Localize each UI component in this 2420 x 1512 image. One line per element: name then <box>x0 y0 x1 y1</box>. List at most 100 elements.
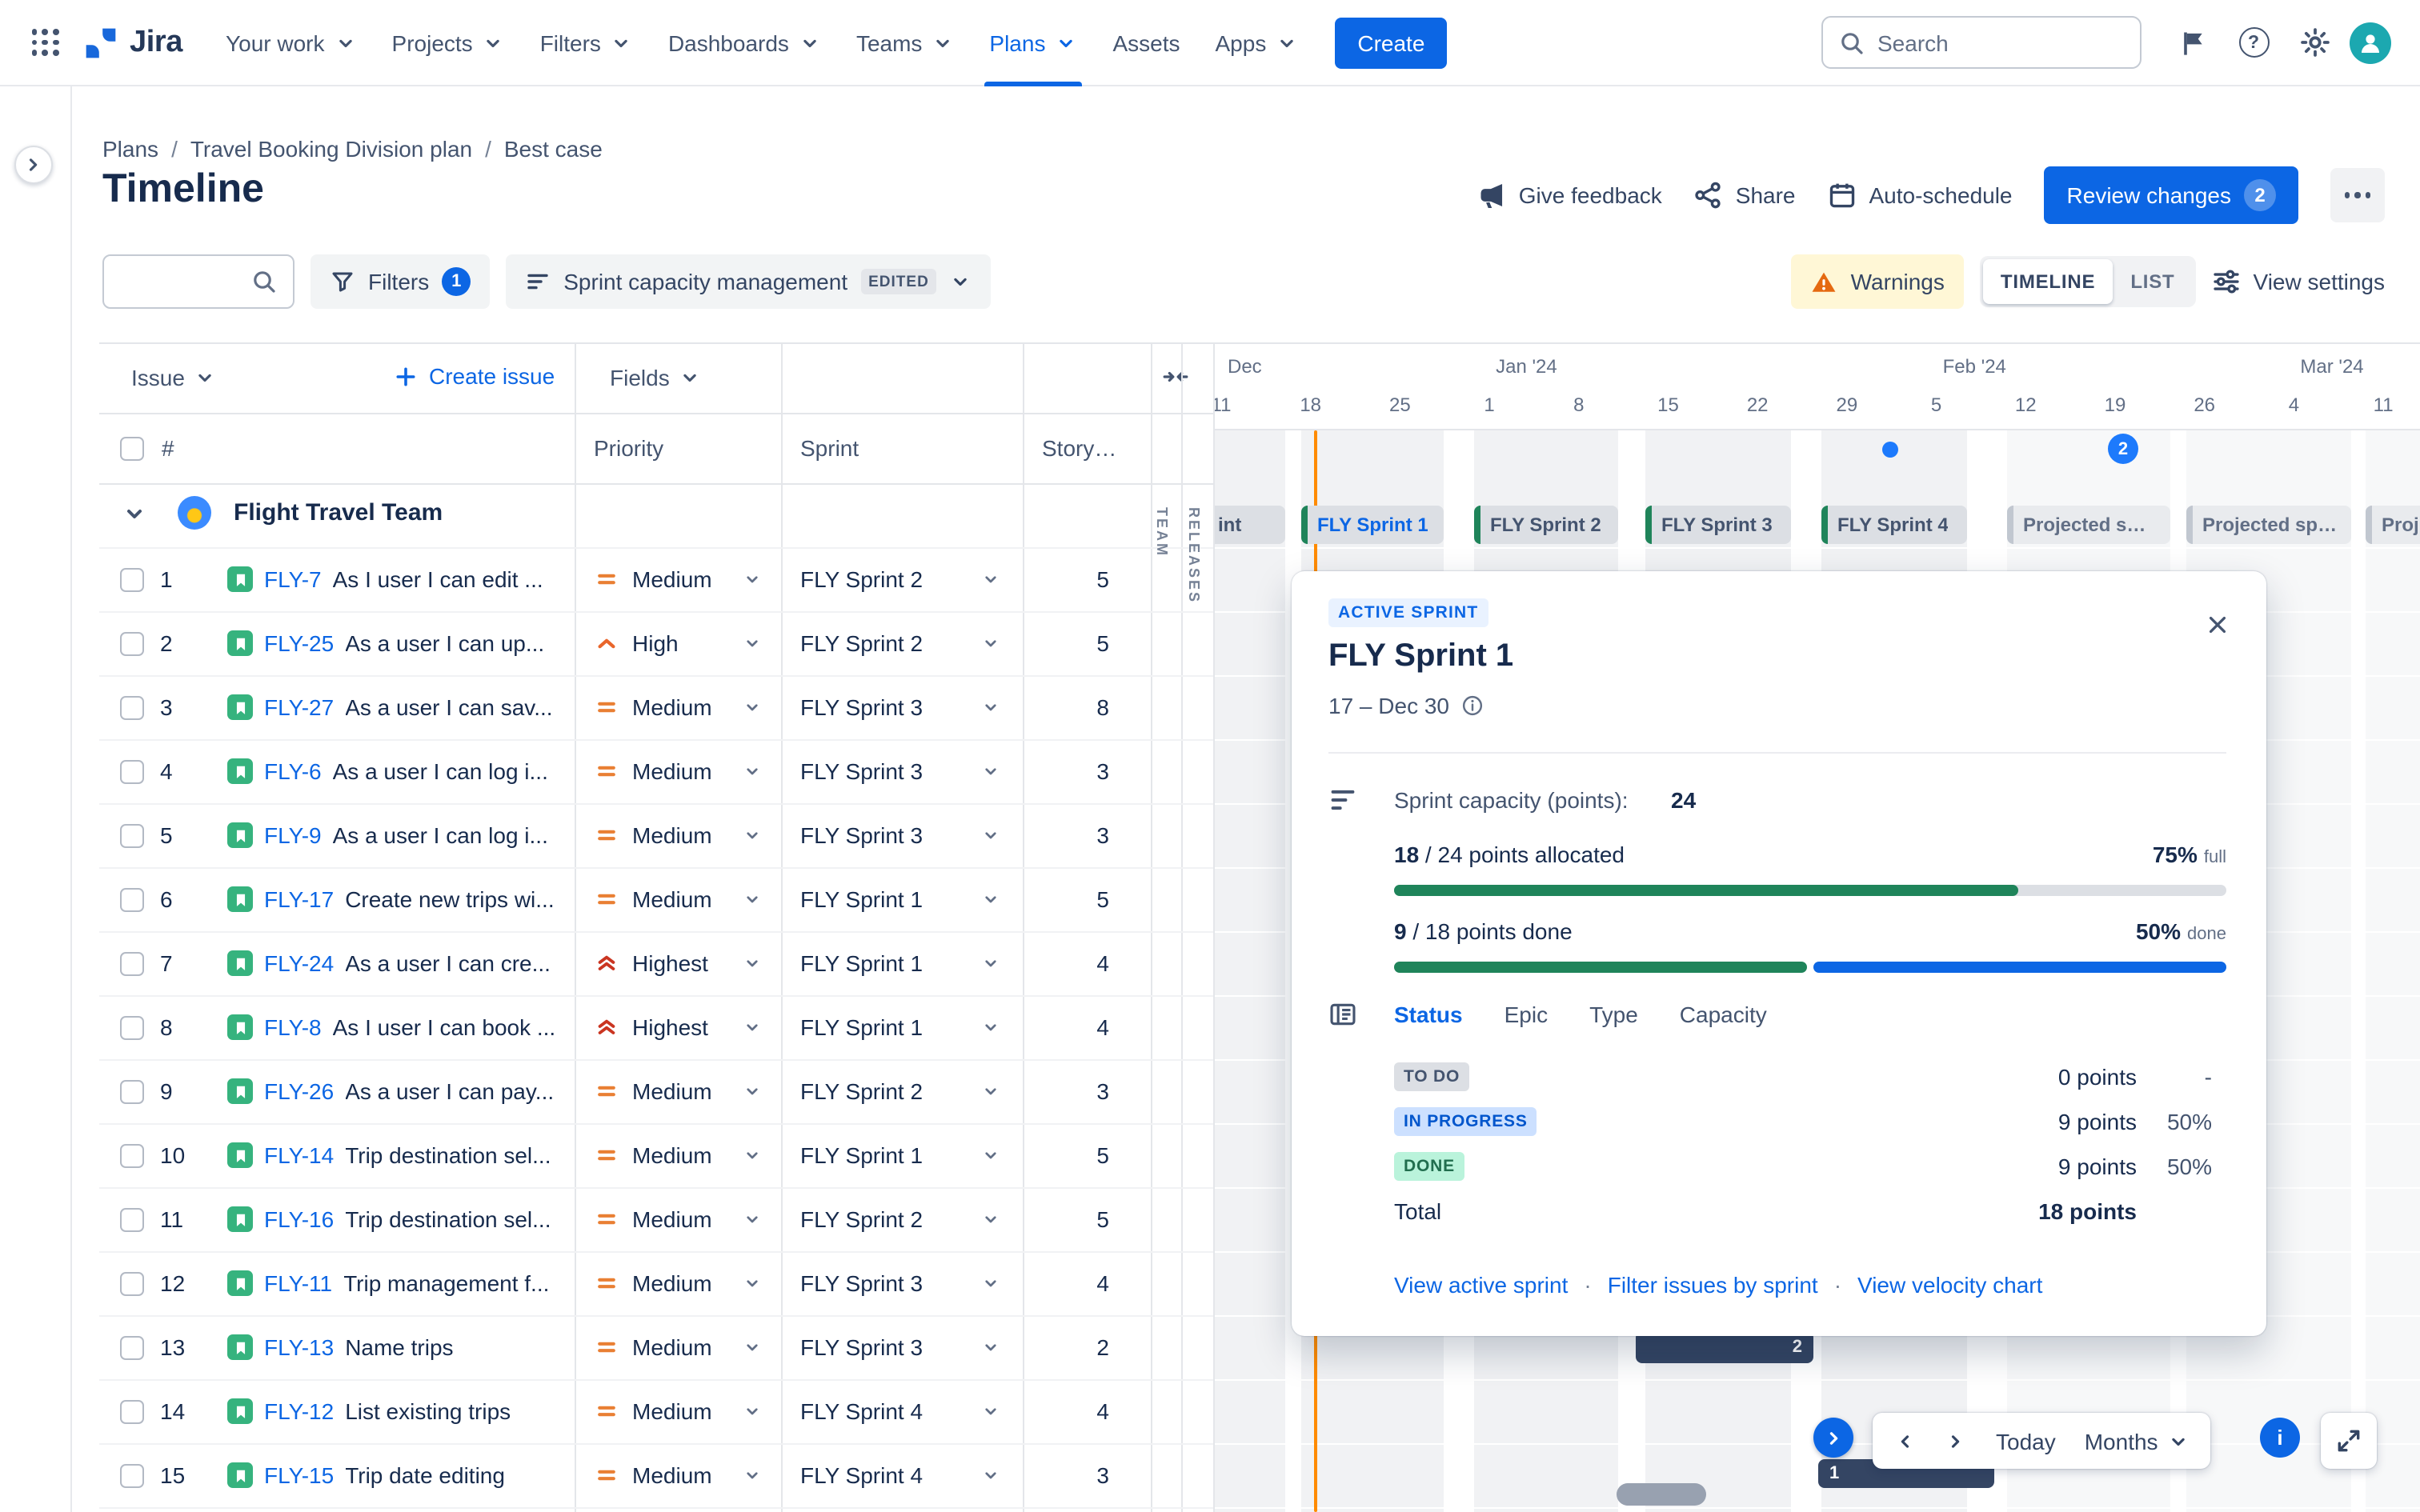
sprint-select[interactable]: FLY Sprint 2 <box>781 1078 1023 1104</box>
row-checkbox[interactable] <box>120 1143 144 1167</box>
app-switcher-button[interactable] <box>19 17 70 68</box>
tab-type[interactable]: Type <box>1589 1002 1638 1027</box>
issue-key-link[interactable]: FLY-6 <box>264 758 322 784</box>
settings-button[interactable] <box>2289 17 2340 68</box>
info-icon[interactable] <box>1460 694 1483 717</box>
story-points-cell[interactable]: 5 <box>1023 1206 1151 1232</box>
nav-item-assets[interactable]: Assets <box>1095 15 1197 70</box>
tab-epic[interactable]: Epic <box>1504 1002 1548 1027</box>
sprint-select[interactable]: FLY Sprint 4 <box>781 1462 1023 1488</box>
today-button[interactable]: Today <box>1981 1419 2070 1462</box>
view-settings-button[interactable]: View settings <box>2212 267 2385 296</box>
issue-summary[interactable]: List existing trips <box>345 1398 511 1424</box>
priority-select[interactable]: Medium <box>575 1270 781 1296</box>
nav-item-filters[interactable]: Filters <box>523 15 651 70</box>
auto-schedule-button[interactable]: Auto-schedule <box>1828 181 2013 210</box>
sprint-bar[interactable]: FLY Sprint 2 <box>1474 506 1618 544</box>
list-toggle[interactable]: LIST <box>2113 259 2192 304</box>
story-points-cell[interactable]: 5 <box>1023 1142 1151 1168</box>
priority-select[interactable]: Highest <box>575 950 781 976</box>
sprint-select[interactable]: FLY Sprint 1 <box>781 886 1023 912</box>
story-points-cell[interactable]: 8 <box>1023 694 1151 720</box>
issue-key-link[interactable]: FLY-11 <box>264 1270 332 1296</box>
priority-select[interactable]: Medium <box>575 566 781 592</box>
story-points-cell[interactable]: 4 <box>1023 1398 1151 1424</box>
sprint-bar[interactable]: FLY Sprint 3 <box>1645 506 1791 544</box>
issue-key-link[interactable]: FLY-26 <box>264 1078 334 1104</box>
issue-summary[interactable]: Trip date editing <box>345 1462 505 1488</box>
priority-select[interactable]: Medium <box>575 1398 781 1424</box>
breadcrumb-scenario[interactable]: Best case <box>504 136 603 162</box>
issue-summary[interactable]: As a user I can cre... <box>345 950 551 976</box>
row-checkbox[interactable] <box>120 631 144 655</box>
global-search[interactable] <box>1821 16 2142 69</box>
create-button[interactable]: Create <box>1335 17 1448 68</box>
nav-item-plans[interactable]: Plans <box>972 15 1095 86</box>
story-points-cell[interactable]: 3 <box>1023 1462 1151 1488</box>
milestone-count-badge[interactable]: 2 <box>2108 434 2138 464</box>
issue-column-menu[interactable]: Issue <box>131 365 217 390</box>
nav-item-dashboards[interactable]: Dashboards <box>651 15 839 70</box>
fullscreen-button[interactable] <box>2321 1413 2377 1469</box>
notifications-button[interactable] <box>2167 17 2218 68</box>
row-checkbox[interactable] <box>120 887 144 911</box>
story-points-cell[interactable]: 4 <box>1023 1014 1151 1040</box>
story-points-cell[interactable]: 3 <box>1023 1078 1151 1104</box>
sprint-bar[interactable]: FLY Sprint 1 <box>1301 506 1444 544</box>
link-filter-issues-by-sprint[interactable]: Filter issues by sprint <box>1608 1272 1818 1298</box>
issue-summary[interactable]: Trip destination sel... <box>345 1142 551 1168</box>
row-checkbox[interactable] <box>120 1463 144 1487</box>
help-button[interactable] <box>2228 17 2279 68</box>
priority-select[interactable]: Highest <box>575 1014 781 1040</box>
priority-select[interactable]: Medium <box>575 1206 781 1232</box>
issue-key-link[interactable]: FLY-14 <box>264 1142 334 1168</box>
sprint-select[interactable]: FLY Sprint 2 <box>781 566 1023 592</box>
story-points-cell[interactable]: 4 <box>1023 950 1151 976</box>
issue-key-link[interactable]: FLY-24 <box>264 950 334 976</box>
issue-summary[interactable]: Create new trips wi... <box>345 886 554 912</box>
row-checkbox[interactable] <box>120 567 144 591</box>
priority-select[interactable]: Medium <box>575 1078 781 1104</box>
info-button[interactable] <box>2260 1418 2300 1458</box>
sprint-select[interactable]: FLY Sprint 3 <box>781 758 1023 784</box>
sprint-bar[interactable]: int <box>1215 506 1285 544</box>
global-search-input[interactable] <box>1877 30 2124 55</box>
nav-item-projects[interactable]: Projects <box>375 15 523 70</box>
priority-select[interactable]: Medium <box>575 694 781 720</box>
issue-summary[interactable]: As I user I can edit ... <box>333 566 543 592</box>
give-feedback-button[interactable]: Give feedback <box>1477 181 1662 210</box>
issue-key-link[interactable]: FLY-25 <box>264 630 334 656</box>
sprint-select[interactable]: FLY Sprint 3 <box>781 822 1023 848</box>
tab-status[interactable]: Status <box>1394 1002 1463 1027</box>
sprint-select[interactable]: FLY Sprint 3 <box>781 1334 1023 1360</box>
sprint-bar[interactable]: Projected spr... <box>2186 506 2351 544</box>
issue-key-link[interactable]: FLY-13 <box>264 1334 334 1360</box>
priority-select[interactable]: Medium <box>575 822 781 848</box>
row-checkbox[interactable] <box>120 1399 144 1423</box>
scroll-right-button[interactable] <box>1930 1419 1981 1462</box>
priority-select[interactable]: Medium <box>575 1142 781 1168</box>
tab-capacity[interactable]: Capacity <box>1680 1002 1767 1027</box>
issue-key-link[interactable]: FLY-9 <box>264 822 322 848</box>
issue-summary[interactable]: Trip management f... <box>343 1270 549 1296</box>
link-view-active-sprint[interactable]: View active sprint <box>1394 1272 1568 1298</box>
sprint-select[interactable]: FLY Sprint 2 <box>781 1206 1023 1232</box>
priority-select[interactable]: High <box>575 630 781 656</box>
row-checkbox[interactable] <box>120 1335 144 1359</box>
priority-select[interactable]: Medium <box>575 758 781 784</box>
issue-summary[interactable]: As a user I can pay... <box>345 1078 554 1104</box>
issue-key-link[interactable]: FLY-8 <box>264 1014 322 1040</box>
row-checkbox[interactable] <box>120 1271 144 1295</box>
row-checkbox[interactable] <box>120 759 144 783</box>
row-checkbox[interactable] <box>120 1015 144 1039</box>
user-avatar[interactable] <box>2350 22 2391 63</box>
issue-summary[interactable]: As I user I can book ... <box>333 1014 556 1040</box>
priority-select[interactable]: Medium <box>575 1334 781 1360</box>
row-checkbox[interactable] <box>120 951 144 975</box>
priority-select[interactable]: Medium <box>575 1462 781 1488</box>
nav-item-apps[interactable]: Apps <box>1198 15 1316 70</box>
schedule-bar[interactable] <box>1617 1483 1706 1506</box>
collapse-columns-button[interactable] <box>1162 363 1189 390</box>
collapse-group-button[interactable] <box>122 501 147 526</box>
sprint-select[interactable]: FLY Sprint 3 <box>781 694 1023 720</box>
